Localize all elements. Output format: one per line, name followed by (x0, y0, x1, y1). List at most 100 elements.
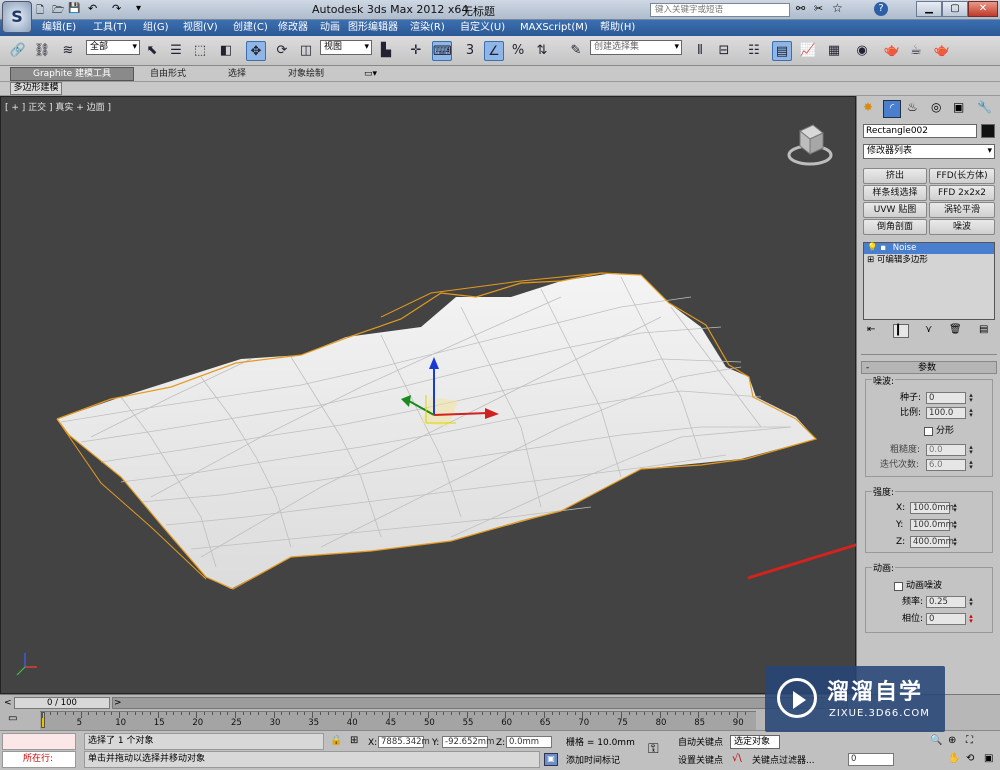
zoom-extents-icon[interactable]: ⛶ (966, 735, 973, 746)
absolute-mode-icon[interactable]: ⊞ (350, 735, 358, 746)
rect-selection-icon[interactable]: ⬚ (190, 41, 210, 61)
stack-item-editable-poly[interactable]: ⊞ 可编辑多边形 (864, 255, 994, 266)
mod-btn-uvw-map[interactable]: UVW 贴图 (863, 202, 927, 218)
lock-icon[interactable]: 🔒 (330, 735, 342, 746)
make-unique-icon[interactable]: ⋎ (925, 324, 932, 335)
strength-y-spinner-arrows[interactable]: ▴ ▾ (952, 519, 958, 531)
maximize-viewport-icon[interactable]: ▣ (984, 753, 993, 764)
project-icon[interactable]: ▾ (136, 3, 141, 14)
iterations-spinner-arrows[interactable]: ▴ ▾ (968, 459, 974, 471)
search-input[interactable]: 键入关键字或短语 (650, 3, 790, 17)
time-slider[interactable]: 0 / 100 (14, 697, 110, 709)
named-selection-select[interactable]: 创建选择集 ▾ (590, 40, 682, 55)
render-setup-icon[interactable]: 🫖 (882, 41, 902, 61)
rollout-header[interactable]: - 参数 (861, 361, 997, 374)
motion-tab-icon[interactable]: ◎ (931, 100, 941, 114)
material-editor-icon[interactable]: ◉ (852, 41, 872, 61)
pin-stack-icon[interactable]: ⇤ (867, 324, 875, 335)
star-icon[interactable]: ☆ (832, 1, 843, 15)
rotate-icon[interactable]: ⟳ (272, 41, 292, 61)
noise-terrain-mesh[interactable]: z (1, 97, 857, 695)
phase-spinner[interactable]: 0 (926, 613, 966, 625)
roughness-spinner[interactable]: 0.0 (926, 444, 966, 456)
maxscript-listener[interactable] (2, 733, 76, 750)
snap-toggle-icon[interactable]: 3 (460, 41, 480, 61)
link-icon[interactable]: 🔗 (8, 41, 28, 61)
menu-rendering[interactable]: 渲染(R) (410, 21, 445, 35)
pivot-center-icon[interactable]: ▙ (376, 41, 396, 61)
frequency-spinner[interactable]: 0.25 (926, 596, 966, 608)
help-icon[interactable]: ? (874, 2, 888, 16)
strength-x-spinner[interactable]: 100.0mm (910, 502, 954, 514)
menu-customize[interactable]: 自定义(U) (460, 21, 505, 35)
object-color-swatch[interactable] (981, 124, 995, 138)
seed-spinner-arrows[interactable]: ▴ ▾ (968, 392, 974, 404)
selection-filter-select[interactable]: 全部 ▾ (86, 40, 140, 55)
ribbon-tab-object-paint[interactable]: 对象绘制 (288, 68, 324, 80)
coord-y-field[interactable]: -92.652mm (442, 736, 494, 748)
strength-z-spinner[interactable]: 400.0mm (910, 536, 954, 548)
select-manipulate-icon[interactable]: ✛ (406, 41, 426, 61)
ribbon-tab-selection[interactable]: 选择 (228, 68, 246, 80)
menu-help[interactable]: 帮助(H) (600, 21, 635, 35)
minimize-button[interactable]: ▁ (916, 1, 942, 17)
window-crossing-icon[interactable]: ◧ (216, 41, 236, 61)
rendered-frame-icon[interactable]: ☕ (906, 41, 926, 61)
unlink-icon[interactable]: ⛓ (32, 41, 52, 61)
keyboard-shortcut-icon[interactable]: ⌨ (432, 41, 452, 61)
menu-edit[interactable]: 编辑(E) (42, 21, 76, 35)
scale-spinner[interactable]: 100.0 (926, 407, 966, 419)
mod-btn-extrude[interactable]: 挤出 (863, 168, 927, 184)
expand-plus-icon[interactable]: ⊞ (867, 255, 874, 265)
save-icon[interactable]: 💾 (68, 3, 80, 14)
frequency-spinner-arrows[interactable]: ▴ ▾ (968, 596, 974, 608)
select-move-icon[interactable]: ✥ (246, 41, 266, 61)
modifier-list-select[interactable]: 修改器列表 ▾ (863, 144, 995, 159)
mod-btn-turbosmooth[interactable]: 涡轮平滑 (929, 202, 995, 218)
tools-icon[interactable]: ✂ (814, 2, 823, 15)
coord-x-field[interactable]: 7885.342m (378, 736, 430, 748)
display-tab-icon[interactable]: ▣ (953, 100, 964, 114)
graphite-toggle-icon[interactable]: ▤ (772, 41, 792, 61)
mod-btn-ffd-box[interactable]: FFD(长方体) (929, 168, 995, 184)
layer-manager-icon[interactable]: ☷ (744, 41, 764, 61)
menu-create[interactable]: 创建(C) (233, 21, 268, 35)
curve-editor-icon[interactable]: 📈 (798, 41, 818, 61)
coord-z-field[interactable]: 0.0mm (506, 736, 552, 748)
curve-editor-mini-icon[interactable]: ▭ (8, 713, 17, 724)
close-button[interactable]: ✕ (968, 1, 998, 17)
menu-group[interactable]: 组(G) (143, 21, 169, 35)
percent-snap-icon[interactable]: % (508, 41, 528, 61)
timeline-next-icon[interactable]: > (114, 697, 122, 709)
maxscript-line[interactable]: 所在行: (2, 751, 76, 768)
menu-graph-editors[interactable]: 图形编辑器 (348, 21, 398, 35)
menu-animation[interactable]: 动画 (320, 21, 340, 35)
roughness-spinner-arrows[interactable]: ▴ ▾ (968, 444, 974, 456)
strength-x-spinner-arrows[interactable]: ▴ ▾ (952, 502, 958, 514)
edit-named-sel-icon[interactable]: ✎ (566, 41, 586, 61)
scale-spinner-arrows[interactable]: ▴ ▾ (968, 407, 974, 419)
menu-maxscript[interactable]: MAXScript(M) (520, 21, 588, 35)
animate-noise-checkbox[interactable] (894, 582, 903, 591)
strength-z-spinner-arrows[interactable]: ▴ ▾ (952, 536, 958, 548)
render-icon[interactable]: 🫖 (932, 41, 952, 61)
set-key-button[interactable]: 设置关键点 (678, 755, 723, 767)
select-by-name-icon[interactable]: ☰ (166, 41, 186, 61)
new-file-icon[interactable]: 🗋 (36, 3, 44, 20)
schematic-view-icon[interactable]: ▦ (824, 41, 844, 61)
mod-btn-spline-select[interactable]: 样条线选择 (863, 185, 927, 201)
add-time-tag-icon[interactable]: ▣ (544, 753, 558, 766)
viewport-perspective[interactable]: [ + ] 正交 ] 真实 + 边面 ] z (0, 96, 856, 694)
select-object-icon[interactable]: ⬉ (142, 41, 162, 61)
maximize-button[interactable]: ▢ (942, 1, 968, 17)
remove-modifier-icon[interactable]: 🗑 (949, 324, 962, 335)
bind-spacewarp-icon[interactable]: ≋ (58, 41, 78, 61)
spinner-snap-icon[interactable]: ⇅ (532, 41, 552, 61)
menu-modifiers[interactable]: 修改器 (278, 21, 308, 35)
mirror-icon[interactable]: ⫴ (690, 41, 710, 61)
configure-sets-icon[interactable]: ▤ (979, 324, 988, 335)
menu-tools[interactable]: 工具(T) (93, 21, 127, 35)
strength-y-spinner[interactable]: 100.0mm (910, 519, 954, 531)
reference-coord-select[interactable]: 视图 ▾ (320, 40, 372, 55)
undo-icon[interactable]: ↶ (88, 2, 97, 15)
